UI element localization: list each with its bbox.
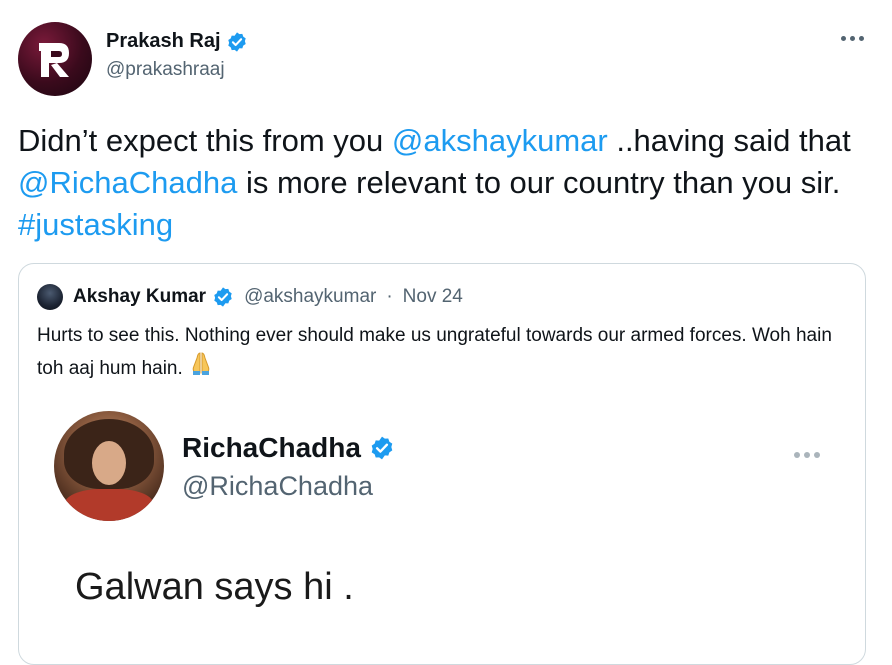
tweet-text: Didn’t expect this from you @akshaykumar… bbox=[18, 120, 878, 246]
folded-hands-icon bbox=[188, 350, 214, 385]
quoted-tweet-text: Hurts to see this. Nothing ever should m… bbox=[37, 321, 837, 385]
dot-separator: · bbox=[386, 286, 393, 307]
embedded-tweet-text: Galwan says hi . bbox=[75, 566, 354, 608]
quoted-author-name[interactable]: Akshay Kumar bbox=[73, 286, 206, 308]
tweet-text-part: is more relevant to our country than you… bbox=[237, 165, 841, 200]
embedded-author-name-text: RichaChadha bbox=[182, 432, 361, 463]
author-handle[interactable]: @prakashraaj bbox=[106, 59, 225, 81]
quoted-tweet-date[interactable]: Nov 24 bbox=[403, 286, 463, 308]
embedded-author-avatar bbox=[54, 411, 164, 521]
mention-akshaykumar[interactable]: @akshaykumar bbox=[392, 123, 608, 158]
author-name[interactable]: Prakash Raj bbox=[106, 30, 248, 53]
author-avatar[interactable] bbox=[18, 22, 92, 96]
embedded-author-handle: @RichaChadha bbox=[182, 471, 374, 501]
embedded-tweet-image: RichaChadha @RichaChadha Galwan says hi … bbox=[37, 394, 847, 664]
tweet-text-part: ..having said that bbox=[607, 123, 851, 158]
verified-badge-icon bbox=[226, 31, 248, 53]
mention-richachadha[interactable]: @RichaChadha bbox=[18, 165, 237, 200]
verified-badge-icon bbox=[212, 286, 234, 308]
quoted-tweet-header: Akshay Kumar @akshaykumar · Nov 24 bbox=[37, 284, 463, 310]
quoted-tweet-card[interactable]: Akshay Kumar @akshaykumar · Nov 24 Hurts… bbox=[18, 263, 866, 665]
more-horizontal-icon bbox=[794, 452, 820, 458]
hashtag-justasking[interactable]: #justasking bbox=[18, 207, 173, 242]
author-name-text: Prakash Raj bbox=[106, 30, 221, 52]
pr-monogram-logo bbox=[39, 43, 69, 77]
quoted-tweet-body: Hurts to see this. Nothing ever should m… bbox=[37, 325, 832, 379]
quoted-author-avatar[interactable] bbox=[37, 284, 63, 310]
verified-badge-icon bbox=[369, 435, 395, 461]
embedded-author-name: RichaChadha bbox=[182, 432, 395, 464]
tweet-text-part: Didn’t expect this from you bbox=[18, 123, 392, 158]
quoted-author-handle[interactable]: @akshaykumar bbox=[244, 286, 376, 308]
more-horizontal-icon[interactable] bbox=[841, 36, 864, 41]
